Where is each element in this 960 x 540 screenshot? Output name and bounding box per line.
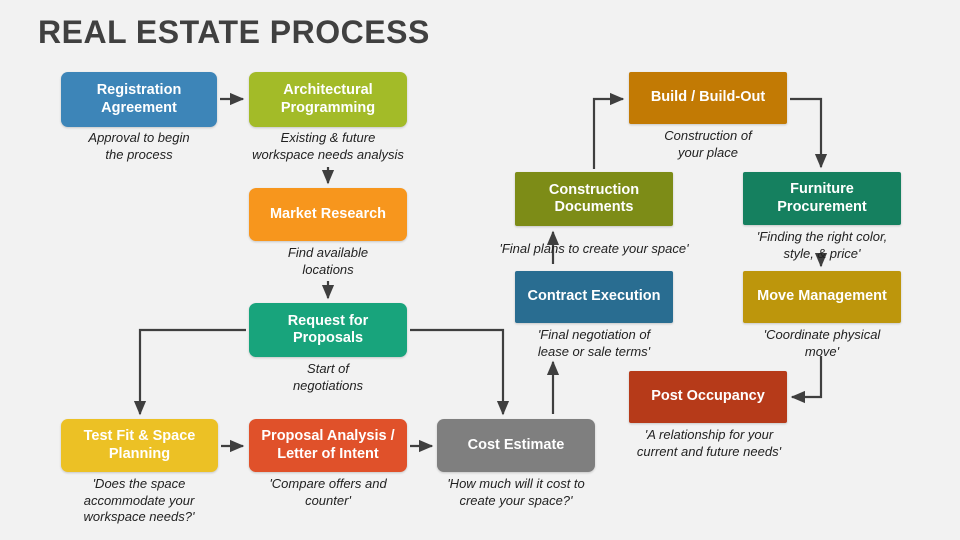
node-label-architectural-programming: Architectural Programming: [280, 82, 376, 116]
node-build-build-out[interactable]: Build / Build-Out: [629, 72, 787, 124]
node-construction-documents[interactable]: Construction Documents: [515, 172, 673, 226]
node-label-move-management: Move Management: [757, 288, 887, 305]
node-architectural-programming[interactable]: Architectural Programming: [249, 72, 407, 127]
node-label-construction-documents: Construction Documents: [548, 181, 640, 215]
node-caption-contract-execution: 'Final negotiation of lease or sale term…: [537, 327, 651, 359]
flowchart-canvas: REAL ESTATE PROCESS Registration Agreeme…: [0, 0, 960, 540]
node-label-post-occupancy: Post Occupancy: [651, 388, 765, 405]
node-label-contract-execution: Contract Execution: [527, 288, 661, 305]
node-label-request-for-proposals: Request for Proposals: [287, 312, 369, 346]
node-proposal-analysis-letter-of-intent[interactable]: Proposal Analysis / Letter of Intent: [249, 419, 407, 472]
node-request-for-proposals[interactable]: Request for Proposals: [249, 303, 407, 357]
connector-rfp-to-test-fit: [133, 328, 246, 416]
node-label-proposal-analysis-letter-of-intent: Proposal Analysis / Letter of Intent: [261, 428, 395, 462]
node-registration-agreement[interactable]: Registration Agreement: [61, 72, 217, 127]
node-furniture-procurement[interactable]: Furniture Procurement: [743, 172, 901, 225]
node-label-furniture-procurement: Furniture Procurement: [777, 181, 867, 215]
connector-move-to-post-occupancy: [790, 356, 823, 404]
connector-rfp-to-cost-estimate: [410, 328, 510, 416]
node-contract-execution[interactable]: Contract Execution: [515, 271, 673, 323]
node-cost-estimate[interactable]: Cost Estimate: [437, 419, 595, 472]
node-caption-market-research: Find available locations: [287, 245, 369, 277]
node-caption-post-occupancy: 'A relationship for your current and fut…: [636, 427, 782, 459]
node-post-occupancy[interactable]: Post Occupancy: [629, 371, 787, 423]
node-caption-cost-estimate: 'How much will it cost to create your sp…: [447, 476, 585, 508]
node-label-cost-estimate: Cost Estimate: [467, 436, 565, 453]
node-caption-registration-agreement: Approval to begin the process: [88, 130, 190, 162]
node-label-build-build-out: Build / Build-Out: [650, 89, 766, 106]
connector-build-to-furniture: [790, 97, 828, 169]
node-caption-architectural-programming: Existing & future workspace needs analys…: [252, 130, 404, 162]
node-caption-furniture-procurement: 'Finding the right color, style, & price…: [756, 229, 888, 261]
node-caption-build-build-out: Construction of your place: [664, 128, 752, 160]
node-market-research[interactable]: Market Research: [249, 188, 407, 241]
node-test-fit-space-planning[interactable]: Test Fit & Space Planning: [61, 419, 218, 472]
connector-construction-documents-to-build: [592, 92, 625, 169]
node-label-registration-agreement: Registration Agreement: [96, 82, 182, 116]
node-caption-proposal-analysis-letter-of-intent: 'Compare offers and counter': [269, 476, 387, 508]
node-caption-construction-documents: 'Final plans to create your space': [499, 241, 689, 256]
node-move-management[interactable]: Move Management: [743, 271, 901, 323]
node-label-test-fit-space-planning: Test Fit & Space Planning: [83, 428, 196, 462]
node-caption-request-for-proposals: Start of negotiations: [292, 361, 364, 393]
node-caption-test-fit-space-planning: 'Does the space accommodate your workspa…: [83, 476, 195, 525]
node-caption-move-management: 'Coordinate physical move': [763, 327, 881, 359]
page-title: REAL ESTATE PROCESS: [38, 14, 430, 50]
node-label-market-research: Market Research: [269, 205, 387, 222]
